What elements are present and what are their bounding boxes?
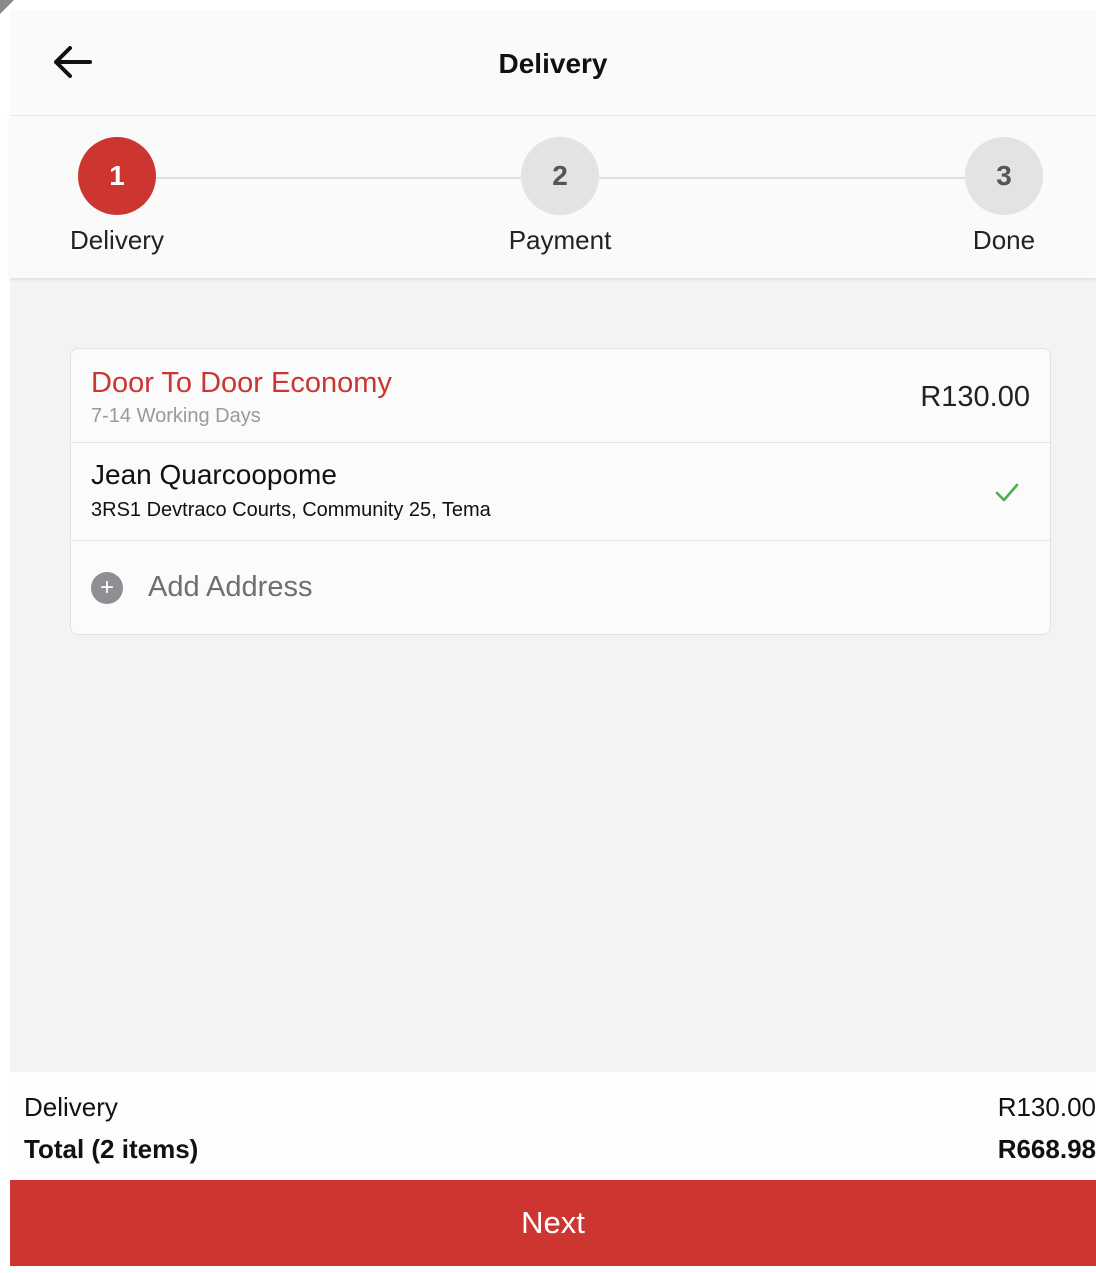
add-address-button[interactable]: + Add Address: [71, 541, 1050, 635]
step-number: 3: [965, 137, 1043, 215]
step-number: 2: [521, 137, 599, 215]
step-number: 1: [78, 137, 156, 215]
step-connector: [156, 177, 522, 179]
step-payment: 2 Payment: [480, 137, 640, 256]
plus-circle-icon: +: [91, 572, 123, 604]
shipping-method[interactable]: Door To Door Economy 7-14 Working Days R…: [71, 349, 1050, 443]
delivery-cost-label: Delivery: [24, 1092, 118, 1122]
shipping-price: R130.00: [920, 381, 1030, 413]
delivery-screen: Delivery 1 Delivery 2 Payment 3 Done Doo…: [10, 10, 1096, 1266]
add-address-label: Add Address: [148, 571, 313, 603]
page-title: Delivery: [498, 48, 608, 79]
next-button[interactable]: Next: [10, 1180, 1096, 1266]
delivery-options-card: Door To Door Economy 7-14 Working Days R…: [70, 348, 1051, 635]
step-done: 3 Done: [924, 137, 1084, 256]
checkmark-icon: [995, 483, 1019, 502]
address-option[interactable]: Jean Quarcoopome 3RS1 Devtraco Courts, C…: [71, 443, 1050, 541]
total-value: R668.98: [997, 1134, 1096, 1164]
shipping-method-name: Door To Door Economy: [91, 367, 392, 399]
step-connector: [599, 177, 967, 179]
step-delivery: 1 Delivery: [37, 137, 197, 256]
address-line: 3RS1 Devtraco Courts, Community 25, Tema: [91, 499, 491, 521]
checkout-stepper: 1 Delivery 2 Payment 3 Done: [10, 116, 1096, 278]
step-label: Delivery: [70, 225, 164, 255]
total-label: Total (2 items): [24, 1134, 199, 1164]
address-recipient-name: Jean Quarcoopome: [91, 459, 337, 490]
top-bar: Delivery: [10, 10, 1096, 116]
delivery-cost-value: R130.00: [997, 1092, 1096, 1122]
order-summary: Delivery R130.00 Total (2 items) R668.98: [10, 1072, 1096, 1180]
step-label: Done: [972, 225, 1036, 255]
step-label: Payment: [508, 225, 612, 255]
shipping-eta: 7-14 Working Days: [91, 405, 261, 427]
